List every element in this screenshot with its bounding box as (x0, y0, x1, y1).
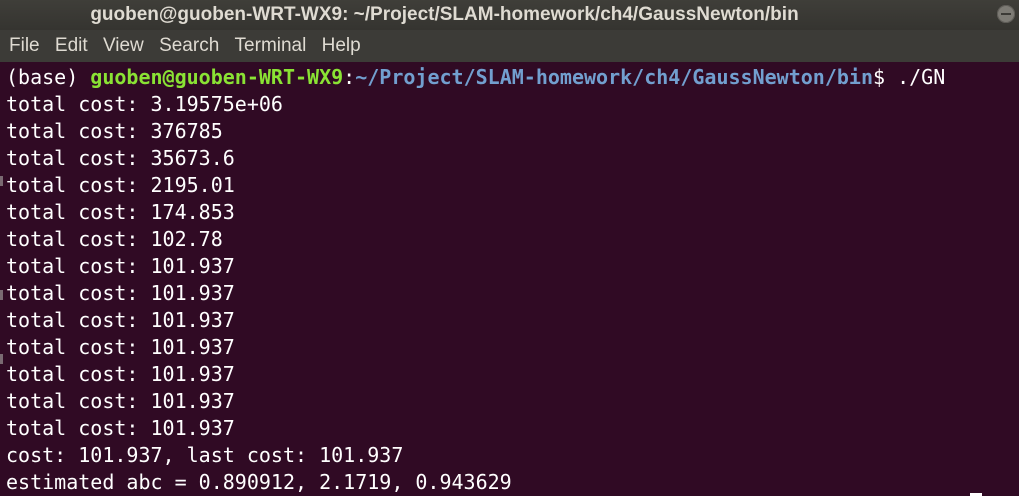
output-line: total cost: 101.937 (6, 362, 235, 386)
terminal-output[interactable]: (base) guoben@guoben-WRT-WX9:~/Project/S… (0, 62, 1019, 496)
output-line: total cost: 376785 (6, 119, 223, 143)
prompt-colon: : (343, 65, 356, 89)
output-line: total cost: 3.19575e+06 (6, 92, 283, 116)
menu-search[interactable]: Search (159, 30, 219, 62)
window-edge-mark (0, 176, 3, 186)
output-line: total cost: 101.937 (6, 389, 235, 413)
output-line: total cost: 101.937 (6, 254, 235, 278)
window-edge-mark (0, 354, 3, 364)
command-prompt-line: (base) guoben@guoben-WRT-WX9:~/Project/S… (6, 64, 945, 91)
current-path: ~/Project/SLAM-homework/ch4/GaussNewton/… (355, 65, 873, 89)
menu-terminal[interactable]: Terminal (235, 30, 307, 62)
output-line: total cost: 101.937 (6, 308, 235, 332)
output-line: total cost: 101.937 (6, 416, 235, 440)
user-host: guoben@guoben-WRT-WX9 (90, 65, 344, 89)
window-title: guoben@guoben-WRT-WX9: ~/Project/SLAM-ho… (90, 4, 799, 25)
output-line: total cost: 174.853 (6, 200, 235, 224)
title-bar[interactable]: guoben@guoben-WRT-WX9: ~/Project/SLAM-ho… (0, 0, 1019, 30)
window-edge-mark (0, 290, 3, 300)
output-line: total cost: 101.937 (6, 281, 235, 305)
prompt-symbol: $ (872, 65, 898, 89)
output-line: cost: 101.937, last cost: 101.937 (6, 443, 404, 467)
menu-bar: File Edit View Search Terminal Help (0, 30, 1019, 62)
command-text: ./GN (897, 65, 946, 89)
minimize-icon[interactable] (997, 5, 1015, 23)
output-line: total cost: 35673.6 (6, 146, 235, 170)
menu-file[interactable]: File (9, 30, 40, 62)
window-controls (989, 0, 1019, 30)
menu-help[interactable]: Help (322, 30, 361, 62)
output-line: total cost: 2195.01 (6, 173, 235, 197)
conda-env: (base) (6, 65, 91, 89)
menu-view[interactable]: View (103, 30, 144, 62)
menu-edit[interactable]: Edit (55, 30, 88, 62)
output-line: estimated abc = 0.890912, 2.1719, 0.9436… (6, 470, 512, 494)
output-line: total cost: 101.937 (6, 335, 235, 359)
terminal-window: guoben@guoben-WRT-WX9: ~/Project/SLAM-ho… (0, 0, 1019, 496)
output-line: total cost: 102.78 (6, 227, 223, 251)
